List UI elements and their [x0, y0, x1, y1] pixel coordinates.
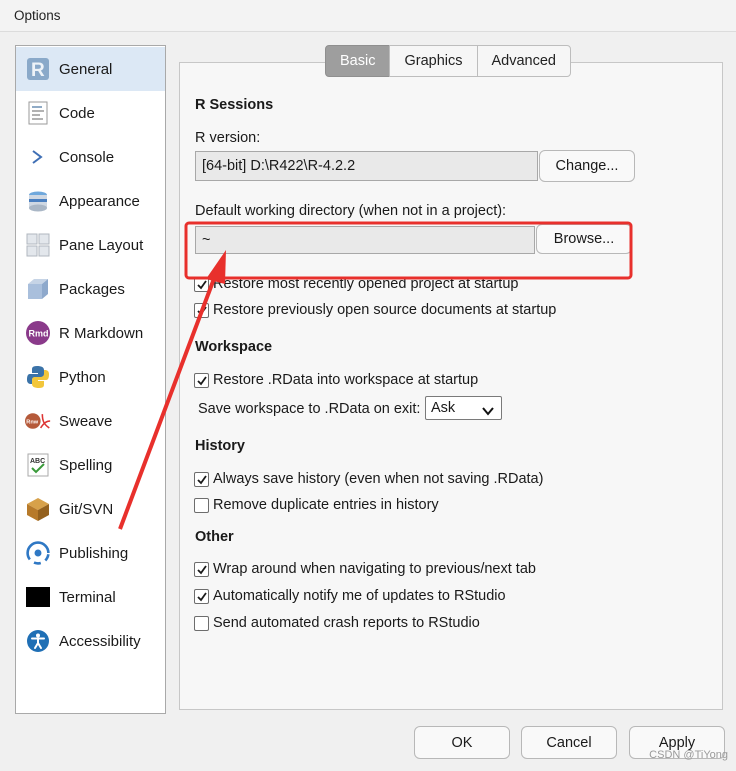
- save-workspace-value: Ask: [431, 400, 456, 416]
- r-version-field: [64-bit] D:\R422\R-4.2.2: [195, 151, 538, 181]
- sidebar-item-terminal[interactable]: Terminal: [16, 575, 165, 619]
- workspace-heading: Workspace: [195, 339, 273, 355]
- console-prompt-icon: [25, 144, 51, 170]
- restore-rdata-checkbox[interactable]: [194, 373, 209, 388]
- restore-documents-checkbox[interactable]: [194, 303, 209, 318]
- other-heading: Other: [195, 529, 234, 545]
- appearance-icon: [25, 188, 51, 214]
- wrap-around-checkbox[interactable]: [194, 562, 209, 577]
- sweave-pdf-icon: Rnw: [25, 408, 51, 434]
- sidebar-item-label: Appearance: [59, 192, 140, 210]
- git-box-icon: [25, 496, 51, 522]
- r-logo-icon: R: [25, 56, 51, 82]
- save-workspace-label: Save workspace to .RData on exit:: [198, 401, 421, 417]
- browse-directory-button[interactable]: Browse...: [536, 224, 632, 254]
- sidebar-item-r-markdown[interactable]: Rmd R Markdown: [16, 311, 165, 355]
- always-save-history-checkbox[interactable]: [194, 472, 209, 487]
- tab-graphics[interactable]: Graphics: [389, 45, 478, 77]
- sidebar-item-pane-layout[interactable]: Pane Layout: [16, 223, 165, 267]
- sidebar-item-git-svn[interactable]: Git/SVN: [16, 487, 165, 531]
- package-box-icon: [25, 276, 51, 302]
- sidebar-item-label: Terminal: [59, 588, 116, 606]
- tab-basic[interactable]: Basic: [325, 45, 391, 77]
- history-heading: History: [195, 438, 245, 454]
- sidebar-item-label: Publishing: [59, 544, 129, 562]
- sidebar-item-sweave[interactable]: Rnw Sweave: [16, 399, 165, 443]
- rmd-icon: Rmd: [25, 320, 51, 346]
- python-logo-icon: [25, 364, 51, 390]
- sidebar-item-label: Python: [59, 368, 106, 386]
- sidebar-item-label: Spelling: [59, 456, 113, 474]
- auto-notify-label: Automatically notify me of updates to RS…: [213, 588, 506, 604]
- sidebar-item-label: Pane Layout: [59, 236, 144, 254]
- sidebar-item-code[interactable]: Code: [16, 91, 165, 135]
- restore-project-checkbox[interactable]: [194, 277, 209, 292]
- sidebar-item-packages[interactable]: Packages: [16, 267, 165, 311]
- crash-reports-label: Send automated crash reports to RStudio: [213, 615, 480, 631]
- chevron-down-icon: [482, 404, 494, 420]
- r-version-label: R version:: [195, 130, 261, 146]
- restore-documents-label: Restore previously open source documents…: [213, 302, 557, 318]
- options-sidebar: R General Code Console Appearance Pane L…: [15, 45, 166, 714]
- code-document-icon: [25, 100, 51, 126]
- sidebar-item-label: Accessibility: [59, 632, 141, 650]
- cancel-button[interactable]: Cancel: [521, 726, 617, 759]
- sidebar-item-label: R Markdown: [59, 324, 144, 342]
- crash-reports-checkbox[interactable]: [194, 616, 209, 631]
- sidebar-item-label: Packages: [59, 280, 125, 298]
- terminal-icon: [25, 584, 51, 610]
- svg-text:R: R: [31, 60, 45, 81]
- restore-rdata-label: Restore .RData into workspace at startup: [213, 372, 479, 388]
- change-r-version-button[interactable]: Change...: [539, 150, 635, 182]
- svg-text:Rmd: Rmd: [29, 329, 49, 339]
- tab-advanced[interactable]: Advanced: [476, 45, 571, 77]
- watermark: CSDN @TiYong: [649, 749, 728, 761]
- sidebar-item-accessibility[interactable]: Accessibility: [16, 619, 165, 663]
- r-version-value: [64-bit] D:\R422\R-4.2.2: [202, 158, 356, 174]
- sidebar-item-publishing[interactable]: Publishing: [16, 531, 165, 575]
- restore-project-label: Restore most recently opened project at …: [213, 276, 519, 292]
- sidebar-item-console[interactable]: Console: [16, 135, 165, 179]
- options-tabs: Basic Graphics Advanced: [325, 45, 571, 77]
- accessibility-icon: [25, 628, 51, 654]
- pane-layout-icon: [25, 232, 51, 258]
- save-workspace-select[interactable]: Ask: [425, 396, 502, 420]
- svg-text:Rnw: Rnw: [26, 420, 38, 426]
- auto-notify-checkbox[interactable]: [194, 589, 209, 604]
- working-directory-field: ~: [195, 226, 535, 254]
- working-directory-label: Default working directory (when not in a…: [195, 203, 507, 219]
- working-directory-value: ~: [202, 232, 211, 248]
- remove-duplicates-label: Remove duplicate entries in history: [213, 497, 439, 513]
- window-title: Options: [14, 8, 61, 23]
- title-bar: Options: [0, 0, 736, 32]
- sidebar-item-label: Console: [59, 148, 115, 166]
- sidebar-item-label: Sweave: [59, 412, 113, 430]
- remove-duplicates-checkbox[interactable]: [194, 498, 209, 513]
- always-save-history-label: Always save history (even when not savin…: [213, 471, 544, 487]
- ok-button[interactable]: OK: [414, 726, 510, 759]
- sidebar-item-label: General: [59, 60, 113, 78]
- sidebar-item-label: Git/SVN: [59, 500, 114, 518]
- sidebar-item-spelling[interactable]: ABC Spelling: [16, 443, 165, 487]
- r-sessions-heading: R Sessions: [195, 97, 274, 113]
- sidebar-item-appearance[interactable]: Appearance: [16, 179, 165, 223]
- spellcheck-icon: ABC: [25, 452, 51, 478]
- sidebar-item-general[interactable]: R General: [16, 47, 165, 91]
- wrap-around-label: Wrap around when navigating to previous/…: [213, 561, 536, 577]
- sidebar-item-python[interactable]: Python: [16, 355, 165, 399]
- sidebar-item-label: Code: [59, 104, 95, 122]
- publishing-icon: [25, 540, 51, 566]
